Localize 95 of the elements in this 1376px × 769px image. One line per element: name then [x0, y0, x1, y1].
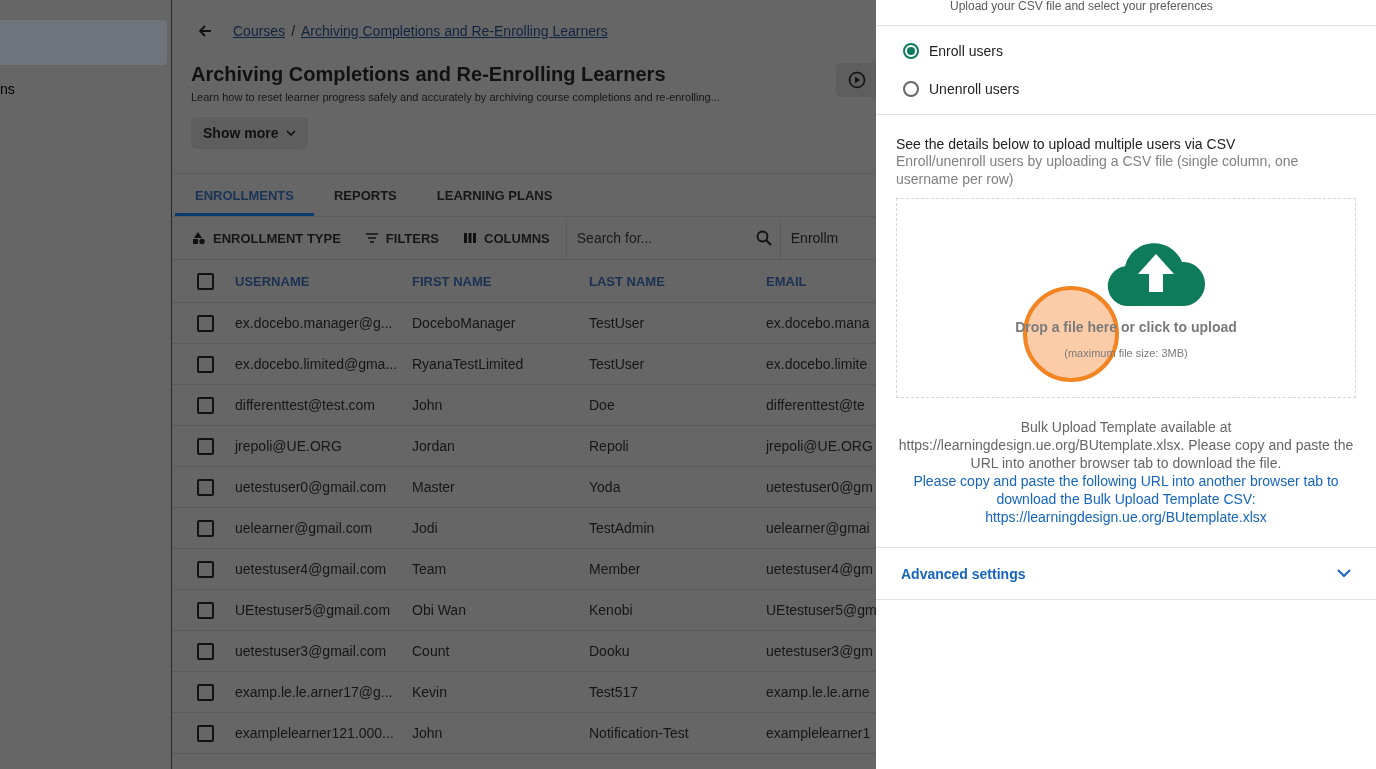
- table-cell-text: examp.le.le.arner17@g...: [235, 684, 394, 700]
- table-cell-text: uetestuser4@gm: [766, 561, 874, 577]
- checkbox[interactable]: [196, 437, 214, 455]
- table-cell-text: ex.docebo.limite: [766, 356, 869, 372]
- table-cell-text: John: [412, 725, 444, 741]
- table-cell-text: Team: [412, 561, 448, 577]
- breadcrumb-link[interactable]: Archiving Completions and Re-Enrolling Learners: [301, 23, 608, 39]
- shapes-icon: [192, 231, 206, 245]
- toolbar-button[interactable]: FILTERS: [364, 230, 440, 246]
- toolbar-button[interactable]: COLUMNS: [463, 230, 550, 246]
- checkbox[interactable]: [196, 478, 214, 496]
- table-cell-text: Dooku: [589, 643, 631, 659]
- table-cell-text: Kenobi: [589, 602, 634, 618]
- filter-icon: [364, 231, 379, 245]
- show-more-button[interactable]: Show more: [191, 117, 309, 149]
- radio-label[interactable]: Unenroll users: [929, 81, 1020, 97]
- chevron-down-icon: [1337, 569, 1351, 578]
- checkbox[interactable]: [196, 396, 214, 414]
- table-cell-text: differenttest@test.com: [235, 397, 376, 413]
- checkbox[interactable]: [196, 642, 214, 660]
- panel-subtitle: Upload your CSV file and select your preferences: [950, 0, 1214, 13]
- table-cell-text: jrepoli@UE.ORG: [766, 438, 874, 454]
- table-cell-text: DoceboManager: [412, 315, 517, 331]
- sidebar-item[interactable]: ns: [0, 65, 15, 97]
- table-cell-text: examplelearner1: [766, 725, 872, 741]
- tab[interactable]: ENROLLMENTS: [175, 174, 314, 216]
- table-cell-text: Count: [412, 643, 451, 659]
- table-cell-text: examp.le.le.arne: [766, 684, 871, 700]
- columns-icon: [463, 231, 478, 245]
- table-cell-text: examplelearner121.000...: [235, 725, 395, 741]
- checkbox[interactable]: [196, 272, 214, 290]
- table-cell-text: Kevin: [412, 684, 449, 700]
- table-cell-text: TestUser: [589, 356, 646, 372]
- checkbox[interactable]: [196, 601, 214, 619]
- course-description: Learn how to reset learner progress safely and accurately by archiving course completions and re-enrolling...: [191, 91, 720, 103]
- table-cell-text: TestAdmin: [589, 520, 656, 536]
- checkbox[interactable]: [196, 519, 214, 537]
- table-cell-text: Master: [412, 479, 456, 495]
- checkbox[interactable]: [196, 683, 214, 701]
- template-link[interactable]: Please copy and paste the following URL into another browser tab to download the Bulk Upload Template CSV: https://learningdesign.ue.org/BUtemplate.xlsx: [896, 472, 1356, 526]
- table-cell-text: Jordan: [412, 438, 456, 454]
- chevron-down-icon: [286, 130, 297, 136]
- table-cell-text: ex.docebo.manager@g...: [235, 315, 394, 331]
- radio-button[interactable]: [903, 81, 919, 97]
- back-arrow-icon: [197, 23, 213, 39]
- course-title: Archiving Completions and Re-Enrolling Learners: [191, 63, 667, 86]
- checkbox[interactable]: [196, 314, 214, 332]
- table-cell-text: John: [412, 397, 444, 413]
- table-cell-text: uetestuser3@gmail.com: [235, 643, 388, 659]
- checkbox[interactable]: [196, 355, 214, 373]
- details-text: Enroll/unenroll users by uploading a CSV file (single column, one username per row): [896, 152, 1300, 188]
- checkbox[interactable]: [196, 724, 214, 742]
- tab[interactable]: LEARNING PLANS: [416, 174, 573, 216]
- play-icon: [848, 71, 866, 89]
- search-field[interactable]: Search for...: [574, 229, 756, 247]
- table-cell-text: uetestuser0@gmail.com: [235, 479, 388, 495]
- column-header[interactable]: FIRST NAME: [412, 273, 589, 289]
- details-title: See the details below to upload multiple users via CSV: [896, 136, 1237, 152]
- column-header[interactable]: USERNAME: [235, 273, 412, 289]
- breadcrumb-separator: /: [291, 23, 296, 39]
- radio-label[interactable]: Enroll users: [929, 43, 1003, 59]
- enrollment-dropdown[interactable]: Enrollm: [780, 230, 839, 246]
- search-icon: [755, 230, 772, 246]
- table-cell-text: Member: [589, 561, 642, 577]
- table-cell-text: differenttest@te: [766, 397, 866, 413]
- table-cell-text: Obi Wan: [412, 602, 467, 618]
- table-cell-text: uetestuser0@gm: [766, 479, 874, 495]
- column-header[interactable]: EMAIL: [766, 273, 876, 289]
- table-cell-text: uetestuser4@gmail.com: [235, 561, 388, 577]
- table-cell-text: Jodi: [412, 520, 439, 536]
- column-header[interactable]: LAST NAME: [589, 273, 766, 289]
- table-cell-text: ex.docebo.mana: [766, 315, 871, 331]
- table-cell-text: TestUser: [589, 315, 646, 331]
- table-cell-text: jrepoli@UE.ORG: [235, 438, 343, 454]
- radio-button[interactable]: [903, 43, 919, 59]
- table-cell-text: RyanaTestLimited: [412, 356, 525, 372]
- table-cell-text: uelearner@gmai: [766, 520, 871, 536]
- play-button[interactable]: [836, 63, 876, 97]
- table-cell-text: Notification-Test: [589, 725, 690, 741]
- table-cell-text: uelearner@gmail.com: [235, 520, 374, 536]
- template-note: Bulk Upload Template available at https://learningdesign.ue.org/BUtemplate.xlsx. Please copy and paste the URL into another browser tab to download the file.: [897, 418, 1355, 472]
- table-cell-text: Doe: [589, 397, 616, 413]
- table-cell-text: Yoda: [589, 479, 622, 495]
- breadcrumb-link[interactable]: Courses: [233, 23, 286, 39]
- table-cell-text: uetestuser3@gm: [766, 643, 874, 659]
- table-cell-text: ex.docebo.limited@gma...: [235, 356, 399, 372]
- checkbox[interactable]: [196, 560, 214, 578]
- tab[interactable]: REPORTS: [313, 174, 417, 216]
- table-cell-text: Repoli: [589, 438, 630, 454]
- advanced-settings-toggle[interactable]: Advanced settings: [876, 548, 1376, 600]
- toolbar-button[interactable]: ENROLLMENT TYPE: [192, 230, 341, 246]
- table-cell-text: Test517: [589, 684, 640, 700]
- table-cell-text: UEtestuser5@gmail.com: [235, 602, 392, 618]
- cloud-upload-icon: [1106, 240, 1206, 306]
- table-cell: UEtestuser5@gm: [766, 602, 876, 618]
